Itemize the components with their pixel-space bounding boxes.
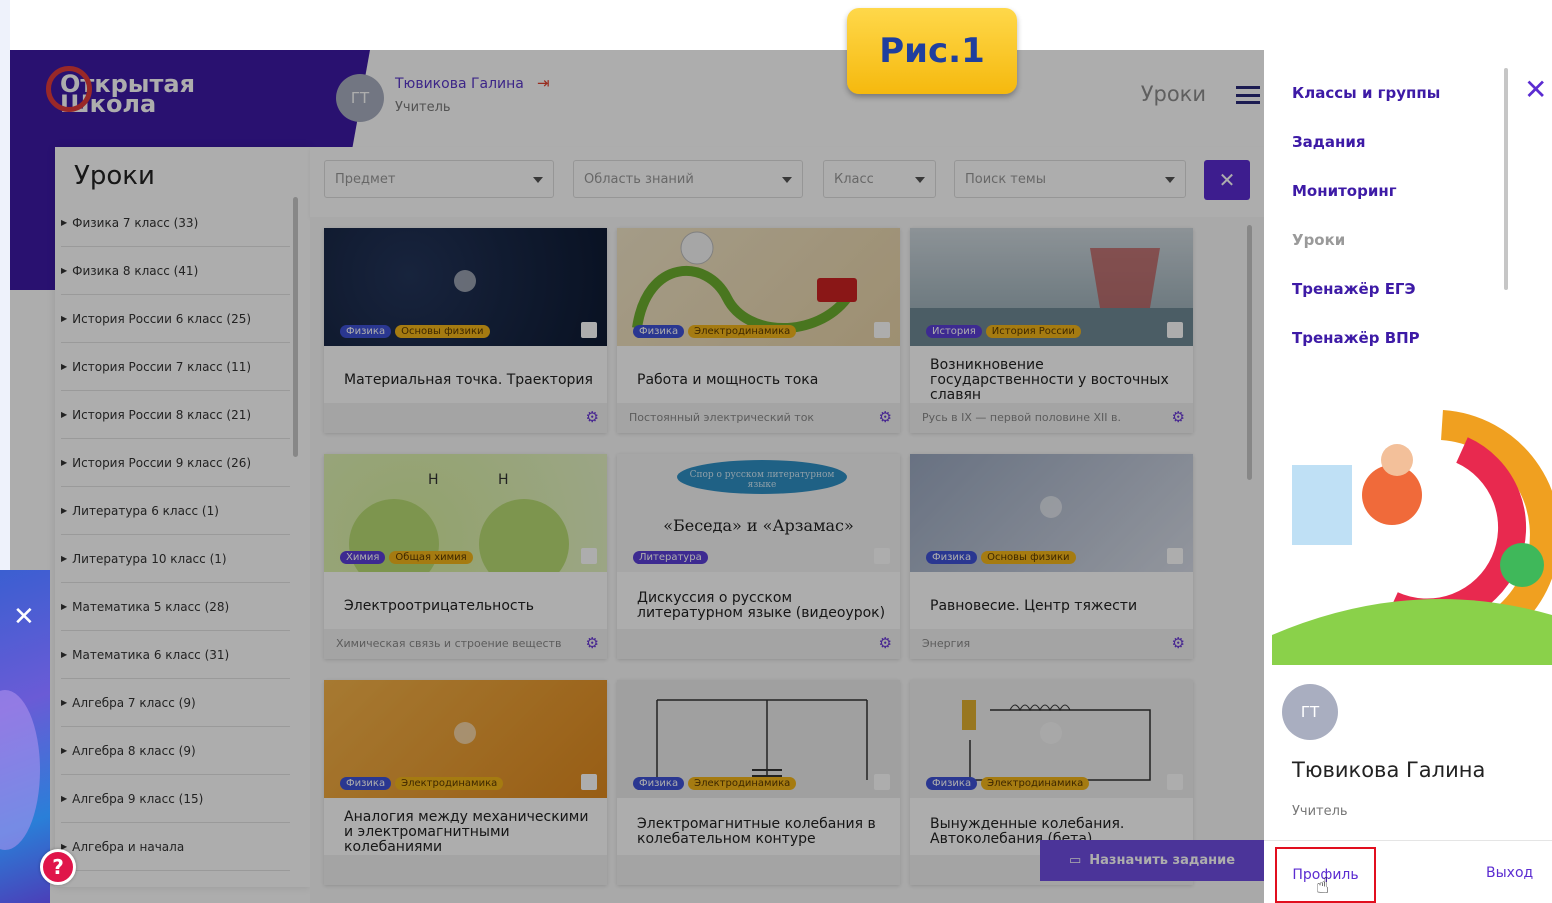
drawer-scrollbar[interactable] (1504, 68, 1508, 290)
navigation-drawer: Классы и группы Задания Мониторинг Уроки… (1264, 50, 1552, 903)
nav-item-ege-trainer[interactable]: Тренажёр ЕГЭ (1292, 280, 1416, 298)
exit-link[interactable]: Выход (1486, 865, 1533, 881)
hand-cursor-icon: ☝ (1316, 874, 1330, 899)
nav-item-lessons[interactable]: Уроки (1292, 231, 1345, 249)
nav-item-classes[interactable]: Классы и группы (1292, 84, 1440, 102)
nav-item-tasks[interactable]: Задания (1292, 133, 1366, 151)
running-student-illustration (1272, 410, 1552, 665)
nav-item-monitoring[interactable]: Мониторинг (1292, 182, 1397, 200)
drawer-user-name: Тювикова Галина (1292, 758, 1486, 782)
modal-overlay[interactable] (10, 50, 1264, 903)
close-icon[interactable]: ✕ (1524, 76, 1547, 104)
divider (1264, 840, 1552, 841)
drawer-user-role: Учитель (1292, 804, 1348, 819)
drawer-avatar[interactable]: ГТ (1282, 684, 1338, 740)
help-button[interactable]: ? (40, 849, 76, 885)
left-side-panel: ✕ (0, 570, 50, 903)
nav-item-vpr-trainer[interactable]: Тренажёр ВПР (1292, 329, 1420, 347)
figure-caption: Рис.1 (847, 8, 1017, 94)
decorative-blob (0, 690, 40, 850)
close-icon[interactable]: ✕ (13, 604, 35, 630)
